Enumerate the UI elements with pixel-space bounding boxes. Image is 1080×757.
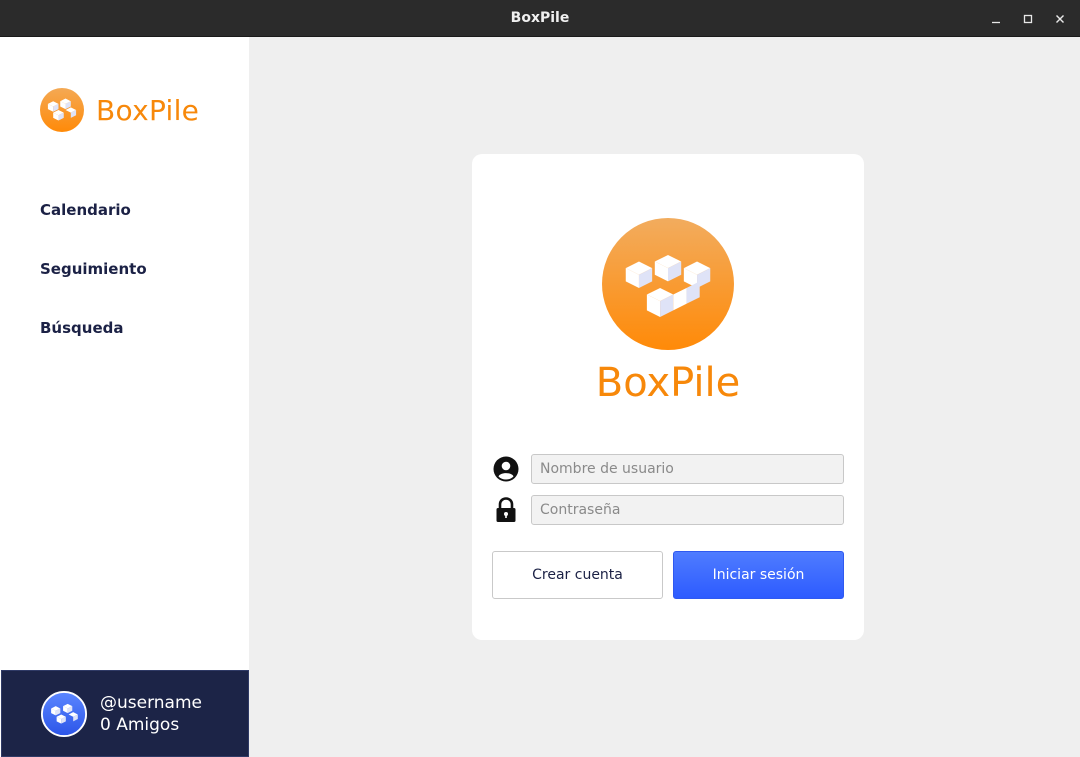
login-card: BoxPile Nombre de usuario Crear cuenta I…	[472, 154, 864, 640]
login-brand-name: BoxPile	[595, 360, 741, 406]
minimize-icon	[992, 21, 1000, 23]
sidebar-brand-name: BoxPile	[96, 93, 200, 127]
close-icon	[1056, 14, 1064, 23]
username-input[interactable]	[531, 454, 844, 484]
maximize-button[interactable]	[1013, 0, 1043, 37]
window-title: BoxPile	[510, 10, 570, 26]
user-circle-icon	[492, 455, 520, 483]
sidebar-brand[interactable]: BoxPile	[40, 88, 199, 132]
username-row	[492, 454, 844, 484]
password-input[interactable]	[531, 495, 844, 525]
username-label: @username	[100, 693, 202, 713]
sidebar-item-calendario[interactable]: Calendario	[40, 201, 131, 219]
friends-count: 0 Amigos	[100, 715, 180, 735]
user-panel[interactable]: @username 0 Amigos	[1, 670, 249, 757]
sidebar: BoxPile Calendario Seguimiento Búsqueda	[0, 37, 249, 757]
password-row	[492, 495, 844, 525]
create-account-button[interactable]: Crear cuenta	[492, 551, 663, 599]
minimize-button[interactable]	[981, 0, 1011, 37]
avatar	[41, 691, 87, 737]
sidebar-item-busqueda[interactable]: Búsqueda	[40, 319, 124, 337]
boxpile-logo-icon	[40, 88, 84, 132]
title-bar: BoxPile	[0, 0, 1080, 37]
close-button[interactable]	[1045, 0, 1075, 37]
lock-icon	[492, 496, 520, 524]
sidebar-item-seguimiento[interactable]: Seguimiento	[40, 260, 147, 278]
login-button[interactable]: Iniciar sesión	[673, 551, 844, 599]
main-area: BoxPile Nombre de usuario Crear cuenta I…	[249, 37, 1080, 757]
app-window: BoxPile BoxPile Calendario Seguimiento B…	[0, 0, 1080, 757]
maximize-icon	[1023, 14, 1033, 23]
boxpile-logo-icon	[602, 218, 734, 350]
